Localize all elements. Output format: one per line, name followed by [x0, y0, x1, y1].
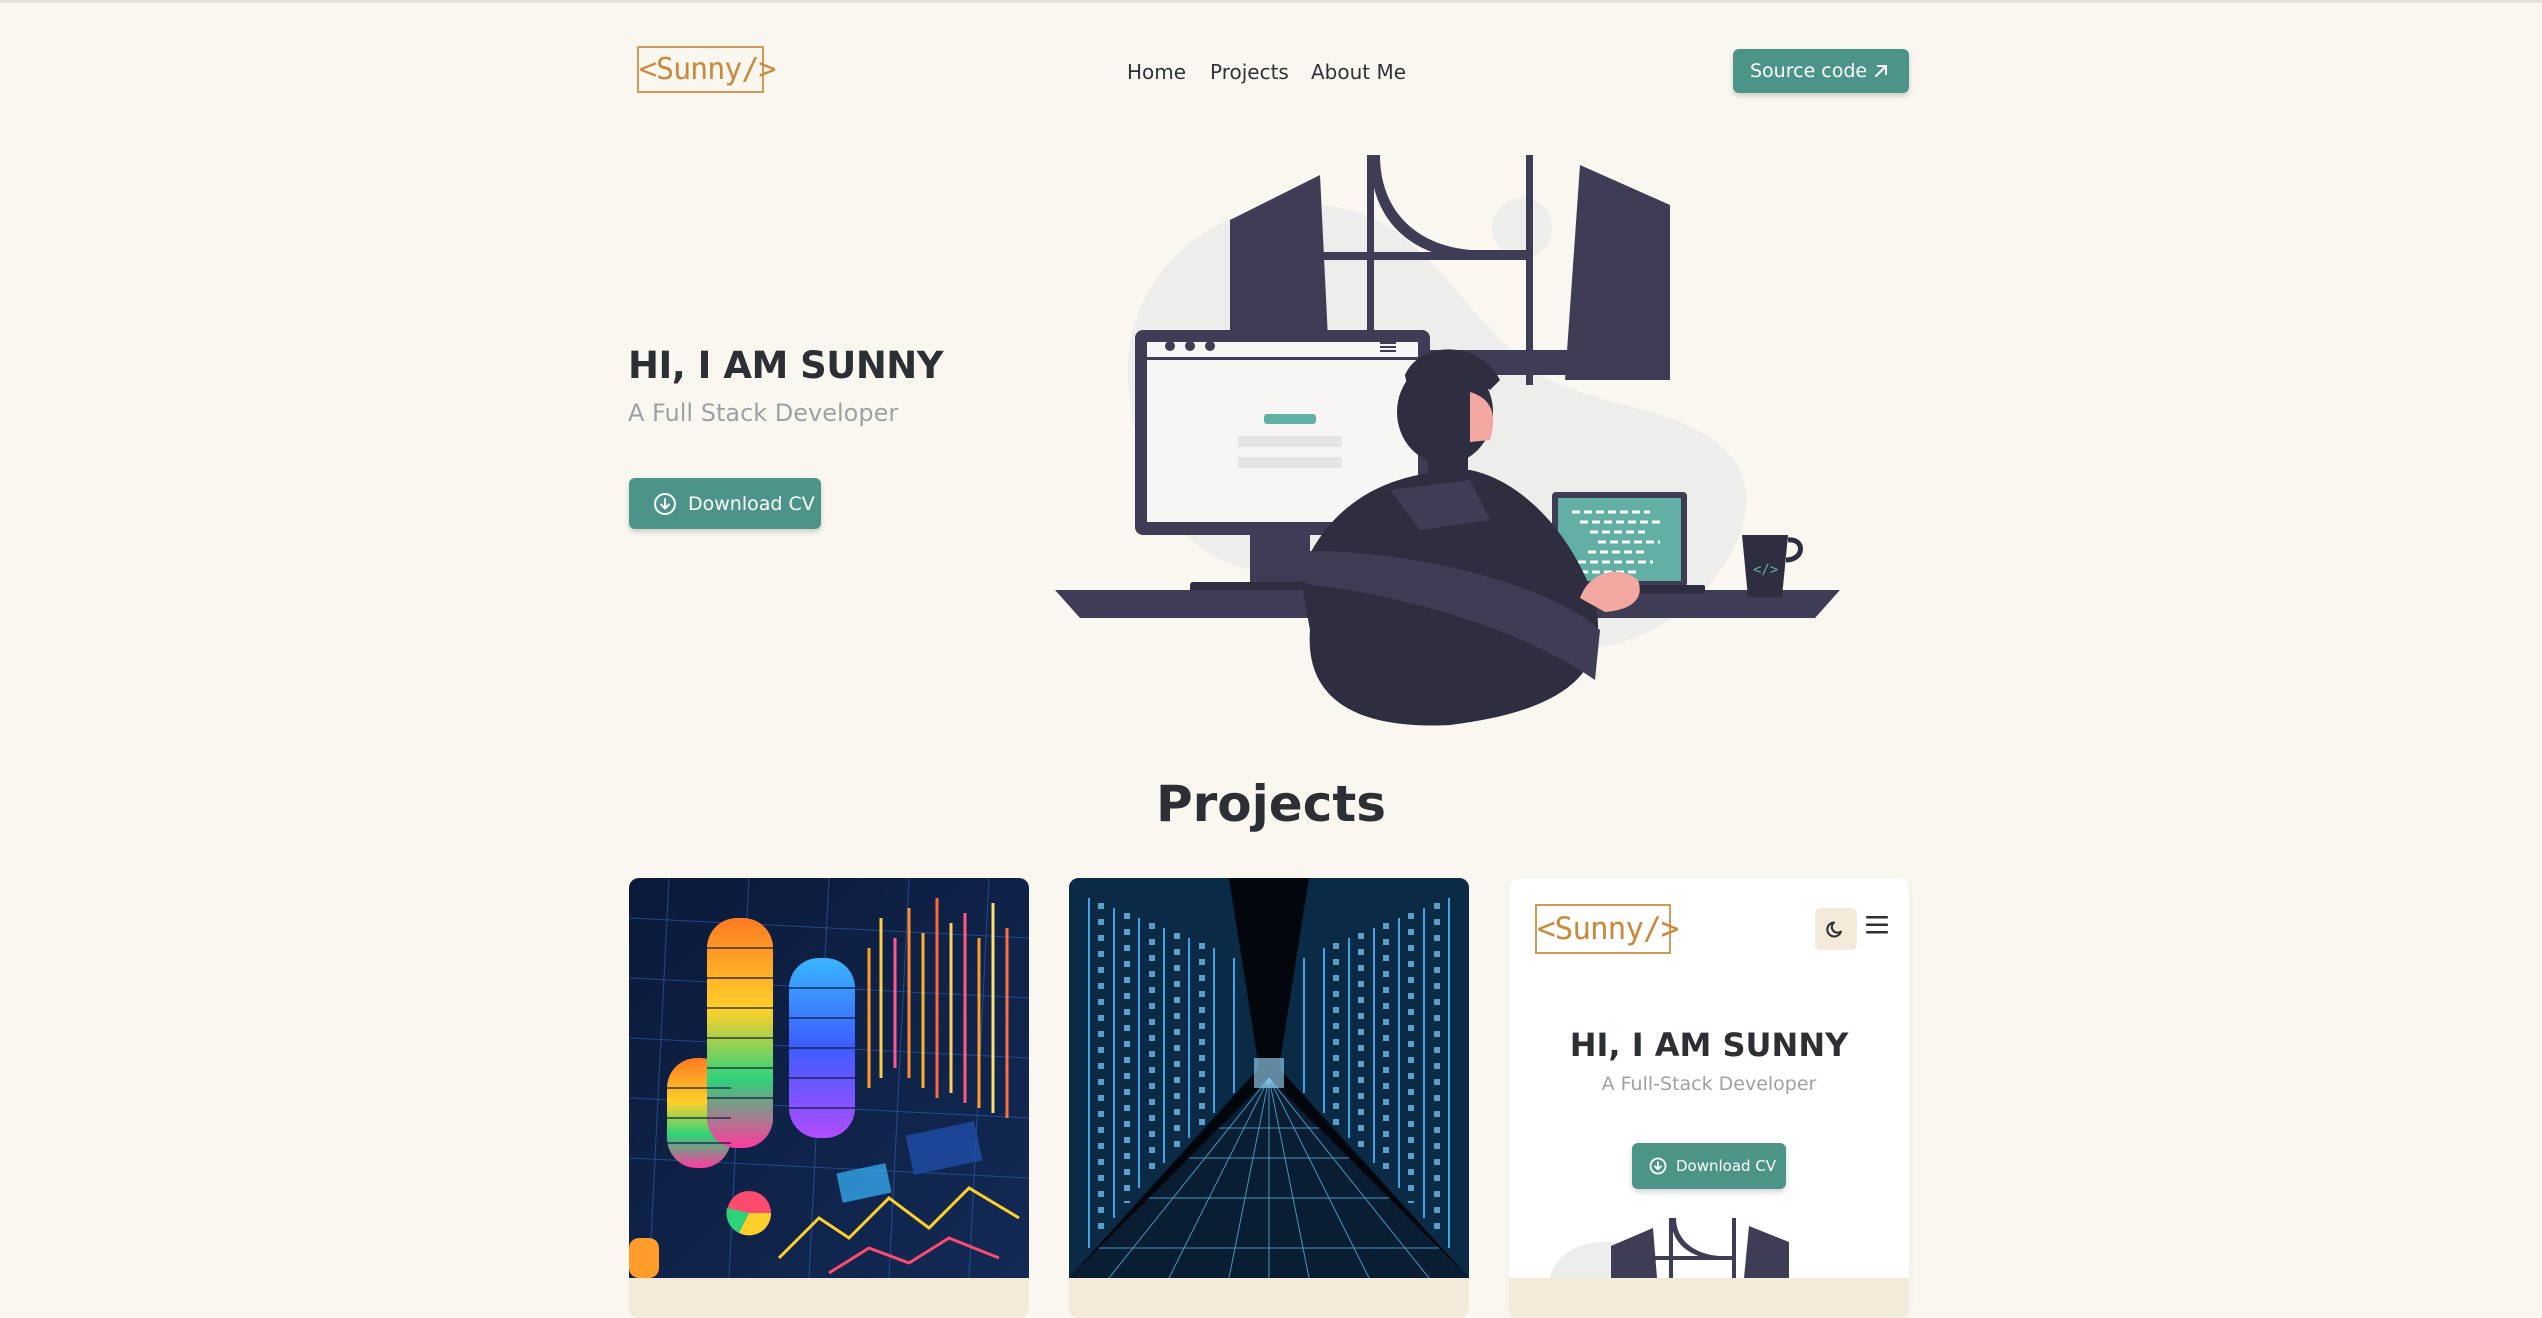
preview-theme-toggle	[1815, 908, 1857, 950]
source-code-label: Source code	[1750, 60, 1868, 82]
project-card[interactable]	[629, 878, 1029, 1318]
source-code-button[interactable]: Source code	[1733, 49, 1909, 93]
nav-link-about-me[interactable]: About Me	[1311, 60, 1406, 84]
top-border	[0, 0, 2542, 3]
hero-title: HI, I AM SUNNY	[628, 344, 944, 387]
project-thumbnail-digital-corridor	[1069, 878, 1469, 1278]
hero-subtitle: A Full Stack Developer	[628, 399, 899, 427]
download-cv-label: Download CV	[688, 493, 815, 515]
developer-at-desk-illustration: </>	[1055, 155, 1840, 726]
hamburger-menu-icon	[1866, 916, 1888, 934]
project-card-footer	[1069, 1278, 1469, 1318]
preview-logo: <Sunny/>	[1535, 904, 1679, 954]
preview-illustration	[1549, 1218, 1789, 1278]
project-card-footer	[629, 1278, 1029, 1318]
preview-hero-title: HI, I AM SUNNY	[1569, 1026, 1849, 1064]
nav-link-home[interactable]: Home	[1127, 60, 1186, 84]
svg-text:</>: </>	[1753, 562, 1778, 578]
download-cv-button[interactable]: Download CV	[629, 478, 821, 529]
preview-download-cv-button: Download CV	[1632, 1143, 1786, 1189]
download-circle-icon	[1649, 1157, 1667, 1175]
site-logo[interactable]: <Sunny/>	[637, 46, 777, 93]
preview-download-cv-label: Download CV	[1676, 1157, 1777, 1175]
preview-hero-subtitle: A Full-Stack Developer	[1601, 1073, 1817, 1095]
project-thumbnail-data-visualization	[629, 878, 1029, 1278]
project-card[interactable]: <Sunny/> HI, I AM SUNNY A Full-Stack Dev…	[1509, 878, 1909, 1318]
project-card[interactable]	[1069, 878, 1469, 1318]
download-circle-icon	[654, 493, 676, 515]
arrow-up-right-icon	[1875, 65, 1887, 77]
project-card-footer	[1509, 1278, 1909, 1318]
nav-link-projects[interactable]: Projects	[1210, 60, 1289, 84]
moon-icon	[1826, 921, 1842, 938]
projects-section-title: Projects	[1155, 775, 1386, 833]
